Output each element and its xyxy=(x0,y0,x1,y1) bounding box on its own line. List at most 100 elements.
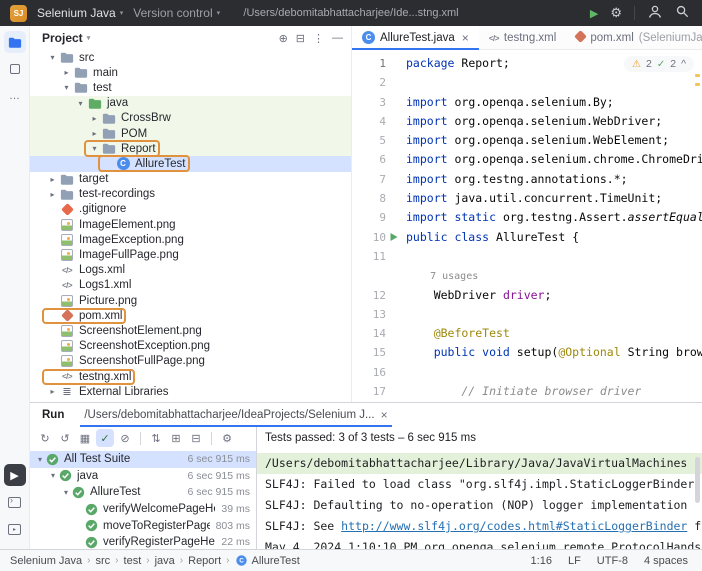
statusbar-widget-lf[interactable]: LF xyxy=(568,555,581,567)
chevron-down-icon[interactable]: ▾ xyxy=(46,53,59,62)
tree-item-label: target xyxy=(79,173,108,185)
breadcrumb-java[interactable]: java xyxy=(155,555,175,567)
terminal-icon[interactable] xyxy=(4,491,26,513)
statusbar-widget-4-spaces[interactable]: 4 spaces xyxy=(644,555,688,567)
breadcrumb-src[interactable]: src xyxy=(96,555,111,567)
code-area[interactable]: 1package Report;23import org.openqa.sele… xyxy=(352,50,702,401)
project-panel-title[interactable]: Project ▾ xyxy=(42,31,90,45)
tree-item-imagefullpage-png[interactable]: ImageFullPage.png xyxy=(30,247,351,262)
show-ignored-icon[interactable]: ⊘ xyxy=(116,429,134,447)
breadcrumb-selenium-java[interactable]: Selenium Java xyxy=(10,555,82,567)
chevron-up-icon[interactable]: ^ xyxy=(681,58,686,70)
test-item-verifywelcomepageheading[interactable]: verifyWelcomePageHeading39 ms xyxy=(30,501,256,518)
search-icon[interactable] xyxy=(675,4,690,22)
console[interactable]: Tests passed: 3 of 3 tests – 6 sec 915 m… xyxy=(256,427,702,549)
chevron-down-icon[interactable]: ▾ xyxy=(60,83,73,92)
options-icon[interactable]: ⋮ xyxy=(313,32,324,45)
run-config-tab[interactable]: /Users/debomitabhattacharjee/IdeaProject… xyxy=(80,403,391,427)
tree-item-target[interactable]: ▸ target xyxy=(30,172,351,187)
console-scrollbar[interactable] xyxy=(695,457,700,503)
tree-item-testng-xml[interactable]: </>testng.xml xyxy=(30,369,351,384)
line-number: 9 xyxy=(352,208,386,227)
account-icon[interactable] xyxy=(647,4,663,23)
test-item-movetoregisterpage[interactable]: moveToRegisterPage803 ms xyxy=(30,517,256,534)
chevron-right-icon[interactable]: ▸ xyxy=(60,68,73,77)
settings-icon[interactable]: ⚙ xyxy=(218,429,236,447)
run-gutter-icon[interactable] xyxy=(386,228,402,247)
tree-item-test[interactable]: ▾test xyxy=(30,80,351,95)
settings-gear-icon[interactable]: ⚙ xyxy=(610,5,622,21)
chevron-down-icon[interactable]: ▾ xyxy=(47,471,59,480)
tree-item-src[interactable]: ▾src xyxy=(30,50,351,65)
close-icon[interactable]: × xyxy=(381,408,388,422)
project-icon[interactable] xyxy=(4,31,26,53)
commit-icon[interactable] xyxy=(4,58,26,80)
breadcrumb-test[interactable]: test xyxy=(124,555,142,567)
run-button[interactable]: ▶ xyxy=(590,7,598,20)
services-icon[interactable]: ▸ xyxy=(4,518,26,540)
tree-item-gitignore[interactable]: .gitignore xyxy=(30,202,351,217)
rerun-icon[interactable]: ↻ xyxy=(36,429,54,447)
run-panel-title[interactable]: Run xyxy=(42,409,64,421)
inspection-widget[interactable]: ⚠ 2 ✓ 2 ^ xyxy=(624,56,694,72)
code-line-4: 4import org.openqa.selenium.WebDriver; xyxy=(352,112,702,131)
run-icon[interactable]: ▶ xyxy=(4,464,26,486)
tree-item-picture-png[interactable]: Picture.png xyxy=(30,293,351,308)
collapse-all-icon[interactable]: ⊟ xyxy=(187,429,205,447)
rerun-failed-icon[interactable]: ↺ xyxy=(56,429,74,447)
strip-top: … xyxy=(0,31,29,107)
close-icon[interactable]: × xyxy=(462,31,469,45)
chevron-down-icon[interactable]: ▾ xyxy=(34,455,46,464)
test-item-java[interactable]: ▾java6 sec 915 ms xyxy=(30,468,256,485)
breadcrumb-report[interactable]: Report xyxy=(188,555,221,567)
editor-tab-alluretest-java[interactable]: CAllureTest.java× xyxy=(352,26,479,49)
breadcrumb-alluretest[interactable]: CAllureTest xyxy=(235,554,300,567)
tree-item-test-recordings[interactable]: ▸test-recordings xyxy=(30,187,351,202)
editor-tab-testng-xml[interactable]: </>testng.xml xyxy=(479,26,567,49)
editor-tab-pom-xml[interactable]: pom.xml (SeleniumJava) xyxy=(566,26,702,49)
statusbar-widget-1-16[interactable]: 1:16 xyxy=(531,555,552,567)
more-tools-icon[interactable]: … xyxy=(4,85,26,107)
tree-item-screenshotexception-png[interactable]: ScreenshotException.png xyxy=(30,339,351,354)
chevron-right-icon[interactable]: ▸ xyxy=(46,175,59,184)
chevron-down-icon[interactable]: ▾ xyxy=(60,488,72,497)
tree-item-imageexception-png[interactable]: ImageException.png xyxy=(30,232,351,247)
tree-item-report[interactable]: ▾Report xyxy=(30,141,351,156)
test-item-alluretest[interactable]: ▾AllureTest6 sec 915 ms xyxy=(30,484,256,501)
collapse-all-icon[interactable]: ⊟ xyxy=(296,32,305,45)
chevron-right-icon[interactable]: ▸ xyxy=(46,387,59,396)
project-selector[interactable]: Selenium Java ▾ xyxy=(37,6,123,20)
tree-item-logs-xml[interactable]: </>Logs.xml xyxy=(30,263,351,278)
chevron-right-icon[interactable]: ▸ xyxy=(46,190,59,199)
tree-item-imageelement-png[interactable]: ImageElement.png xyxy=(30,217,351,232)
code-line-17: 17 // Initiate browser driver xyxy=(352,382,702,401)
sort-icon[interactable]: ⇅ xyxy=(147,429,165,447)
run-panel-header: Run /Users/debomitabhattacharjee/IdeaPro… xyxy=(30,403,702,427)
console-link[interactable]: http://www.slf4j.org/codes.html#StaticLo… xyxy=(341,519,687,533)
locate-file-icon[interactable]: ⊕ xyxy=(279,32,288,45)
console-output: /Users/debomitabhattacharjee/Library/Jav… xyxy=(257,453,702,549)
show-passed-icon[interactable]: ✓ xyxy=(96,429,114,447)
tree-item-logs1-xml[interactable]: </>Logs1.xml xyxy=(30,278,351,293)
expand-all-icon[interactable]: ⊞ xyxy=(167,429,185,447)
chevron-down-icon[interactable]: ▾ xyxy=(88,144,101,153)
tree-item-pom-xml[interactable]: pom.xml xyxy=(30,308,351,323)
test-history-icon[interactable]: ▦ xyxy=(76,429,94,447)
chevron-right-icon[interactable]: ▸ xyxy=(88,129,101,138)
tree-item-external-libraries[interactable]: ▸≣External Libraries xyxy=(30,384,351,399)
tree-item-screenshotfullpage-png[interactable]: ScreenshotFullPage.png xyxy=(30,354,351,369)
hide-panel-icon[interactable]: — xyxy=(332,32,343,45)
test-item-verifyregisterpageheading[interactable]: verifyRegisterPageHeading22 ms xyxy=(30,534,256,549)
chevron-right-icon[interactable]: ▸ xyxy=(88,114,101,123)
tree-item-screenshotelement-png[interactable]: ScreenshotElement.png xyxy=(30,323,351,338)
tree-item-pom[interactable]: ▸POM xyxy=(30,126,351,141)
test-item-all-test-suite[interactable]: ▾All Test Suite6 sec 915 ms xyxy=(30,451,256,468)
tree-item-java[interactable]: ▾java xyxy=(30,96,351,111)
tree-item-alluretest[interactable]: CAllureTest xyxy=(30,156,351,171)
vcs-widget[interactable]: Version control ▾ xyxy=(133,6,220,20)
tree-item-crossbrw[interactable]: ▸CrossBrw xyxy=(30,111,351,126)
image-icon xyxy=(59,295,75,307)
statusbar-widget-utf-8[interactable]: UTF-8 xyxy=(597,555,628,567)
chevron-down-icon[interactable]: ▾ xyxy=(74,99,87,108)
tree-item-main[interactable]: ▸main xyxy=(30,65,351,80)
